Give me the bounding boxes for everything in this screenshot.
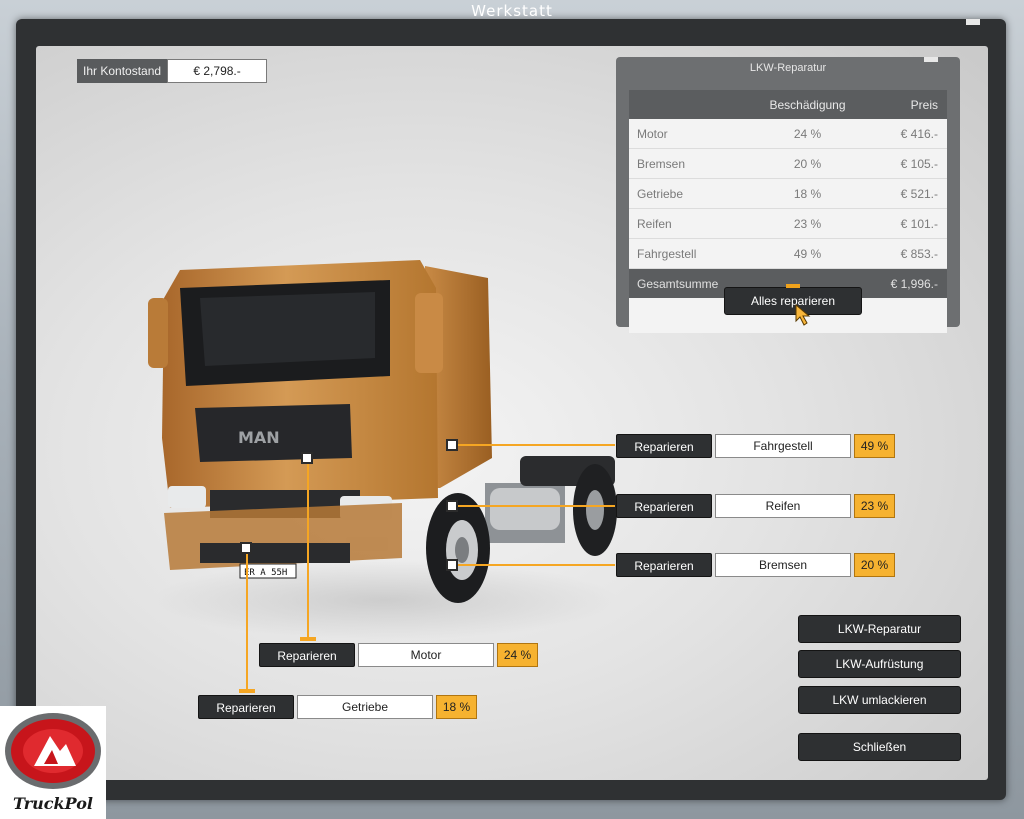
component-row-gearbox: Reparieren Getriebe 18 % — [198, 695, 477, 719]
repair-brakes-button[interactable]: Reparieren — [616, 553, 712, 577]
tires-marker[interactable] — [446, 500, 458, 512]
repair-gearbox-button[interactable]: Reparieren — [198, 695, 294, 719]
component-row-brakes: Reparieren Bremsen 20 % — [616, 553, 895, 577]
component-row-chassis: Reparieren Fahrgestell 49 % — [616, 434, 895, 458]
brakes-marker[interactable] — [446, 559, 458, 571]
connector-line — [300, 637, 316, 641]
svg-text:MAN: MAN — [238, 428, 280, 447]
truckpol-logo: TruckPol — [0, 706, 106, 819]
repair-tires-button[interactable]: Reparieren — [616, 494, 712, 518]
svg-text:ER A 55H: ER A 55H — [244, 568, 287, 578]
logo-text: TruckPol — [13, 794, 93, 813]
close-button[interactable]: Schließen — [798, 733, 961, 761]
logo-emblem-icon — [5, 713, 101, 789]
truck-repaint-button[interactable]: LKW umlackieren — [798, 686, 961, 714]
component-name: Motor — [358, 643, 494, 667]
damage-badge: 49 % — [854, 434, 895, 458]
component-name: Reifen — [715, 494, 851, 518]
engine-marker[interactable] — [301, 452, 313, 464]
truck-upgrade-button[interactable]: LKW-Aufrüstung — [798, 650, 961, 678]
balance-value: € 2,798.- — [167, 59, 268, 83]
component-name: Bremsen — [715, 553, 851, 577]
damage-badge: 18 % — [436, 695, 477, 719]
connector-line — [455, 505, 615, 507]
table-row: Getriebe 18 % € 521.- — [629, 178, 947, 209]
minimize-icon[interactable] — [924, 57, 938, 62]
connector-line — [246, 552, 248, 692]
damage-badge: 23 % — [854, 494, 895, 518]
account-balance: Ihr Kontostand € 2,798.- — [77, 59, 268, 83]
connector-line — [307, 462, 309, 640]
price-header: Preis — [867, 90, 947, 119]
chassis-marker[interactable] — [446, 439, 458, 451]
damage-badge: 20 % — [854, 553, 895, 577]
component-row-engine: Reparieren Motor 24 % — [259, 643, 538, 667]
connector-line — [455, 444, 615, 446]
component-name: Getriebe — [297, 695, 433, 719]
window-title: Werkstatt — [471, 2, 553, 20]
damage-header: Beschädigung — [748, 90, 867, 119]
repair-panel-title: LKW-Reparatur — [749, 62, 827, 74]
button-accent — [786, 284, 800, 288]
total-value: € 1,996.- — [867, 268, 947, 298]
mouse-cursor-icon — [795, 304, 811, 326]
truck-repair-button[interactable]: LKW-Reparatur — [798, 615, 961, 643]
table-row: Motor 24 % € 416.- — [629, 119, 947, 149]
repair-chassis-button[interactable]: Reparieren — [616, 434, 712, 458]
repair-all-button[interactable]: Alles reparieren — [724, 284, 862, 315]
component-row-tires: Reparieren Reifen 23 % — [616, 494, 895, 518]
table-row: Reifen 23 % € 101.- — [629, 208, 947, 239]
balance-label: Ihr Kontostand — [77, 59, 168, 83]
component-name: Fahrgestell — [715, 434, 851, 458]
connector-line — [239, 689, 255, 693]
repair-engine-button[interactable]: Reparieren — [259, 643, 355, 667]
damage-badge: 24 % — [497, 643, 538, 667]
table-row: Fahrgestell 49 % € 853.- — [629, 238, 947, 269]
gearbox-marker[interactable] — [240, 542, 252, 554]
connector-line — [455, 564, 615, 566]
table-row: Bremsen 20 % € 105.- — [629, 148, 947, 179]
